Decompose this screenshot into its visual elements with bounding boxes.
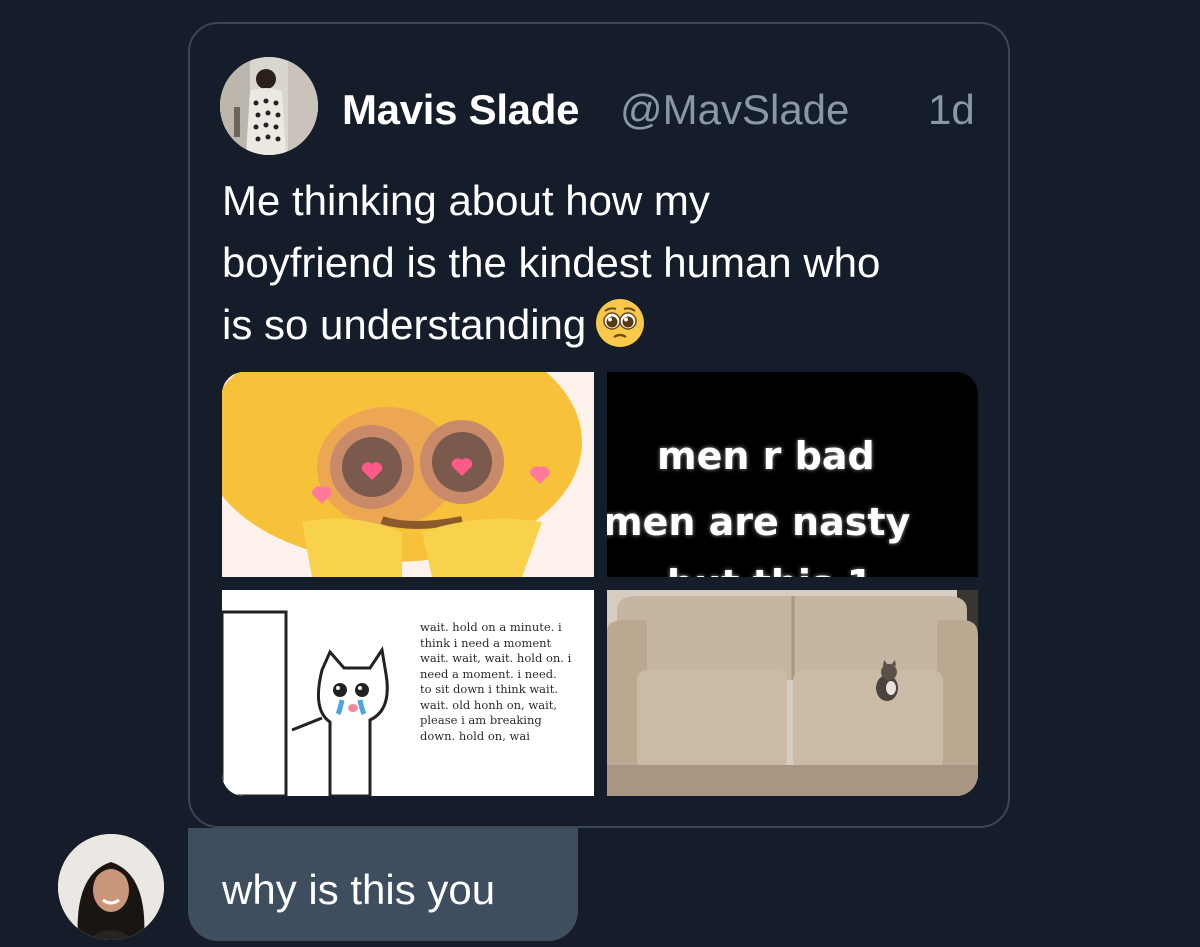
cat-meme-text: wait. hold on a minute. i think i need a… bbox=[420, 620, 572, 743]
tweet-text-line: boyfriend is the kindest human who bbox=[222, 239, 881, 286]
reply-message-text: why is this you bbox=[222, 866, 496, 913]
tweet-text-line: Me thinking about how my bbox=[222, 177, 710, 224]
author-handle: @MavSlade bbox=[620, 86, 850, 133]
author-avatar[interactable] bbox=[220, 57, 318, 155]
meme-text-line: men are nasty bbox=[607, 500, 911, 544]
dm-conversation: Mavis Slade @MavSlade 1d Me thinking abo… bbox=[0, 0, 1200, 947]
tweet-text: Me thinking about how my boyfriend is th… bbox=[222, 170, 992, 356]
media-heart-eyes-emoji[interactable] bbox=[222, 372, 594, 577]
tweet-text-line-content: is so understanding bbox=[222, 301, 587, 348]
sender-avatar[interactable] bbox=[58, 834, 164, 940]
pleading-face-icon bbox=[596, 299, 645, 347]
tweet-text-line: is so understanding bbox=[222, 294, 992, 356]
media-crying-cat-meme[interactable]: wait. hold on a minute. i think i need a… bbox=[222, 590, 594, 796]
person-photo-icon bbox=[58, 834, 164, 940]
tweet-timestamp: 1d bbox=[928, 86, 975, 133]
author-name[interactable]: Mavis Slade bbox=[342, 86, 579, 134]
media-couch-cat-photo[interactable] bbox=[607, 590, 978, 796]
heart-eyes-emoji-image bbox=[222, 372, 594, 577]
media-men-r-bad-meme[interactable]: men r bad men are nasty but this 1 bbox=[607, 372, 978, 577]
tweet-media-grid[interactable]: men r bad men are nasty but this 1 wait.… bbox=[222, 372, 978, 796]
couch-with-kitten-photo bbox=[607, 590, 978, 796]
meme-text-line: men r bad bbox=[657, 434, 875, 478]
person-photo-icon bbox=[220, 57, 318, 155]
meme-text-line: but this 1 bbox=[667, 562, 873, 577]
